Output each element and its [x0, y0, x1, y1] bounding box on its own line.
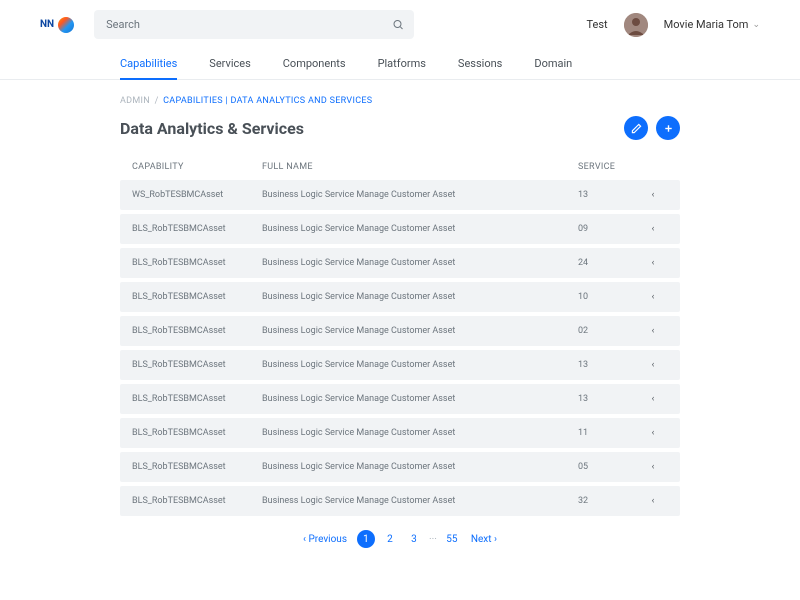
breadcrumb-root[interactable]: ADMIN — [120, 96, 150, 106]
tab-platforms[interactable]: Platforms — [378, 49, 426, 79]
content: ADMIN / CAPABILITIES | DATA ANALYTICS AN… — [0, 80, 800, 600]
cell-fullname: Business Logic Service Manage Customer A… — [262, 394, 578, 404]
tab-sessions[interactable]: Sessions — [458, 49, 502, 79]
add-button[interactable] — [656, 116, 680, 140]
header-right: Test Movie Maria Tom ⌄ — [587, 13, 761, 37]
chevron-left-icon: ‹ — [638, 394, 668, 404]
cell-service: 13 — [578, 190, 638, 200]
cell-service: 13 — [578, 394, 638, 404]
chevron-left-icon: ‹ — [638, 360, 668, 370]
page-3[interactable]: 3 — [405, 530, 423, 548]
page-prev[interactable]: ‹ Previous — [299, 532, 351, 547]
user-name: Movie Maria Tom — [664, 18, 749, 31]
tab-capabilities[interactable]: Capabilities — [120, 49, 177, 80]
table-row[interactable]: BLS_RobTESBMCAssetBusiness Logic Service… — [120, 384, 680, 414]
cell-capability: BLS_RobTESBMCAsset — [132, 428, 262, 438]
test-label: Test — [587, 18, 608, 31]
cell-service: 24 — [578, 258, 638, 268]
cell-fullname: Business Logic Service Manage Customer A… — [262, 428, 578, 438]
tabs: Capabilities Services Components Platforms S… — [0, 49, 800, 80]
table-row[interactable]: BLS_RobTESBMCAssetBusiness Logic Service… — [120, 452, 680, 482]
table-row[interactable]: BLS_RobTESBMCAssetBusiness Logic Service… — [120, 316, 680, 346]
col-spacer — [638, 162, 668, 172]
chevron-left-icon: ‹ — [638, 258, 668, 268]
chevron-left-icon: ‹ — [638, 462, 668, 472]
table-row[interactable]: BLS_RobTESBMCAssetBusiness Logic Service… — [120, 282, 680, 312]
page-dots: ··· — [429, 534, 437, 545]
cell-capability: BLS_RobTESBMCAsset — [132, 496, 262, 506]
cell-service: 32 — [578, 496, 638, 506]
tab-services[interactable]: Services — [209, 49, 250, 79]
table-row[interactable]: BLS_RobTESBMCAssetBusiness Logic Service… — [120, 248, 680, 278]
cell-capability: BLS_RobTESBMCAsset — [132, 394, 262, 404]
chevron-left-icon: ‹ — [638, 326, 668, 336]
page-next[interactable]: Next › — [467, 532, 501, 547]
chevron-left-icon: ‹ — [638, 224, 668, 234]
table-row[interactable]: BLS_RobTESBMCAssetBusiness Logic Service… — [120, 418, 680, 448]
title-row: Data Analytics & Services — [120, 116, 680, 140]
table-header: CAPABILITY FULL NAME SERVICE — [120, 154, 680, 180]
cell-service: 13 — [578, 360, 638, 370]
cell-service: 09 — [578, 224, 638, 234]
cell-capability: BLS_RobTESBMCAsset — [132, 258, 262, 268]
pagination: ‹ Previous 123 ··· 55 Next › — [120, 530, 680, 548]
avatar[interactable] — [624, 13, 648, 37]
tab-components[interactable]: Components — [283, 49, 346, 79]
cell-capability: BLS_RobTESBMCAsset — [132, 224, 262, 234]
search-input[interactable] — [94, 10, 414, 39]
cell-fullname: Business Logic Service Manage Customer A… — [262, 462, 578, 472]
table-row[interactable]: WS_RobTESBMCAssetBusiness Logic Service … — [120, 180, 680, 210]
page-1[interactable]: 1 — [357, 530, 375, 548]
chevron-left-icon: ‹ — [638, 496, 668, 506]
cell-capability: WS_RobTESBMCAsset — [132, 190, 262, 200]
cell-service: 05 — [578, 462, 638, 472]
cell-service: 10 — [578, 292, 638, 302]
cell-fullname: Business Logic Service Manage Customer A… — [262, 496, 578, 506]
user-menu[interactable]: Movie Maria Tom ⌄ — [664, 18, 760, 31]
cell-capability: BLS_RobTESBMCAsset — [132, 292, 262, 302]
tab-domain[interactable]: Domain — [534, 49, 572, 79]
cell-capability: BLS_RobTESBMCAsset — [132, 462, 262, 472]
cell-fullname: Business Logic Service Manage Customer A… — [262, 326, 578, 336]
col-service: SERVICE — [578, 162, 638, 172]
cell-fullname: Business Logic Service Manage Customer A… — [262, 258, 578, 268]
cell-fullname: Business Logic Service Manage Customer A… — [262, 360, 578, 370]
edit-button[interactable] — [624, 116, 648, 140]
table-row[interactable]: BLS_RobTESBMCAssetBusiness Logic Service… — [120, 214, 680, 244]
logo-icon — [58, 17, 74, 33]
cell-service: 02 — [578, 326, 638, 336]
col-fullname: FULL NAME — [262, 162, 578, 172]
table-row[interactable]: BLS_RobTESBMCAssetBusiness Logic Service… — [120, 486, 680, 516]
page-55[interactable]: 55 — [443, 530, 461, 548]
capability-table: CAPABILITY FULL NAME SERVICE WS_RobTESBM… — [120, 154, 680, 516]
cell-service: 11 — [578, 428, 638, 438]
table-row[interactable]: BLS_RobTESBMCAssetBusiness Logic Service… — [120, 350, 680, 380]
breadcrumb-sep: / — [155, 96, 159, 106]
logo-text: NN — [40, 19, 54, 30]
title-actions — [624, 116, 680, 140]
breadcrumb: ADMIN / CAPABILITIES | DATA ANALYTICS AN… — [120, 96, 680, 106]
page-title: Data Analytics & Services — [120, 119, 304, 138]
chevron-left-icon: ‹ — [638, 428, 668, 438]
cell-fullname: Business Logic Service Manage Customer A… — [262, 224, 578, 234]
cell-capability: BLS_RobTESBMCAsset — [132, 326, 262, 336]
chevron-left-icon: ‹ — [638, 190, 668, 200]
cell-fullname: Business Logic Service Manage Customer A… — [262, 292, 578, 302]
cell-capability: BLS_RobTESBMCAsset — [132, 360, 262, 370]
logo[interactable]: NN — [40, 17, 74, 33]
search-container — [94, 10, 414, 39]
header: NN Test Movie Maria Tom ⌄ — [0, 0, 800, 49]
chevron-down-icon: ⌄ — [752, 20, 760, 30]
chevron-left-icon: ‹ — [638, 292, 668, 302]
page-2[interactable]: 2 — [381, 530, 399, 548]
col-capability: CAPABILITY — [132, 162, 262, 172]
breadcrumb-current: CAPABILITIES | DATA ANALYTICS AND SERVIC… — [163, 96, 372, 106]
cell-fullname: Business Logic Service Manage Customer A… — [262, 190, 578, 200]
